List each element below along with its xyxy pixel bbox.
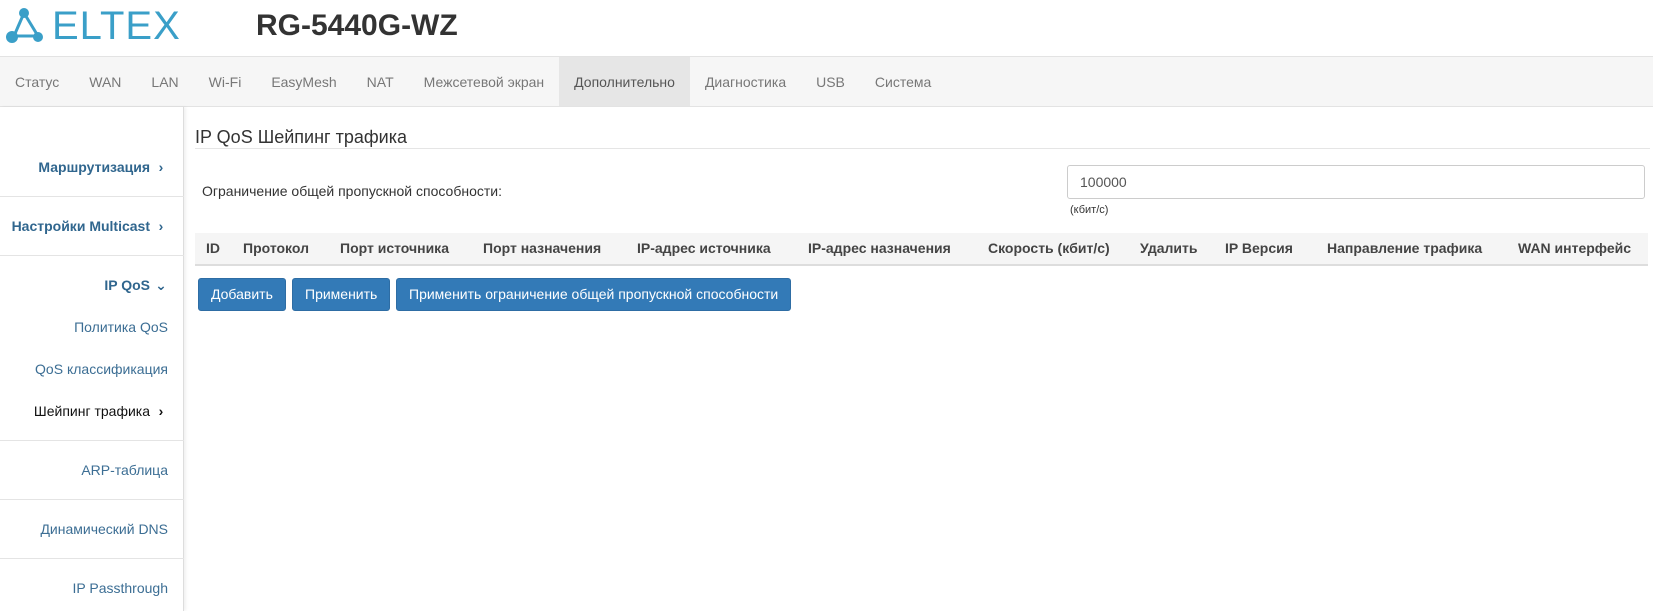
column-header-source-ip: IP-адрес источника: [637, 240, 771, 256]
sidebar-item-label: IP QoS: [104, 277, 150, 293]
sidebar-item-arp-table[interactable]: ARP-таблица: [0, 462, 184, 478]
title-divider: [195, 148, 1650, 149]
tab-firewall[interactable]: Межсетевой экран: [409, 57, 560, 106]
chevron-down-icon: ⌄: [155, 277, 167, 293]
sidebar-item-dynamic-dns[interactable]: Динамический DNS: [0, 521, 184, 537]
tab-diagnostics[interactable]: Диагностика: [690, 57, 801, 106]
sidebar-divider: [0, 499, 184, 500]
tab-easymesh[interactable]: EasyMesh: [256, 57, 351, 106]
column-header-source-port: Порт источника: [340, 240, 449, 256]
tab-nat[interactable]: NAT: [352, 57, 409, 106]
sidebar-item-label: Динамический DNS: [40, 521, 168, 537]
column-header-speed: Скорость (кбит/с): [988, 240, 1110, 256]
tab-wifi[interactable]: Wi-Fi: [194, 57, 257, 106]
header: ELTEX RG-5440G-WZ: [0, 0, 1653, 56]
chevron-right-icon: ›: [158, 403, 164, 419]
tab-lan[interactable]: LAN: [136, 57, 193, 106]
column-header-protocol: Протокол: [243, 240, 309, 256]
sidebar-item-ipqos[interactable]: IP QoS ⌄: [0, 277, 184, 294]
sidebar: Маршрутизация › Настройки Multicast › IP Q…: [0, 107, 184, 611]
page-title: IP QoS Шейпинг трафика: [195, 127, 407, 147]
sidebar-divider: [0, 440, 184, 441]
top-navigation: Статус WAN LAN Wi-Fi EasyMesh NAT Межсет…: [0, 56, 1653, 107]
apply-bandwidth-limit-button[interactable]: Применить ограничение общей пропускной с…: [396, 278, 792, 311]
sidebar-item-qos-policy[interactable]: Политика QoS: [0, 319, 184, 335]
bandwidth-limit-label: Ограничение общей пропускной способности…: [202, 183, 502, 199]
sidebar-item-traffic-shaping[interactable]: Шейпинг трафика ›: [0, 403, 184, 419]
chevron-right-icon: ›: [158, 218, 164, 234]
column-header-delete: Удалить: [1140, 240, 1198, 256]
sidebar-item-label: Политика QoS: [74, 319, 168, 335]
column-header-wan-interface: WAN интерфейс: [1518, 240, 1632, 256]
tab-advanced[interactable]: Дополнительно: [559, 57, 690, 106]
device-model: RG-5440G-WZ: [256, 9, 458, 42]
tab-usb[interactable]: USB: [801, 57, 860, 106]
sidebar-item-label: ARP-таблица: [81, 462, 168, 478]
eltex-logo[interactable]: ELTEX: [4, 6, 194, 46]
column-header-destination-port: Порт назначения: [483, 240, 602, 256]
tab-wan[interactable]: WAN: [74, 57, 136, 106]
column-header-traffic-direction: Направление трафика: [1327, 240, 1483, 256]
logo-text: ELTEX: [52, 4, 181, 48]
sidebar-item-routing[interactable]: Маршрутизация ›: [0, 159, 184, 175]
sidebar-divider: [0, 558, 184, 559]
add-button[interactable]: Добавить: [198, 278, 286, 311]
eltex-logo-icon: [6, 8, 43, 43]
tab-status[interactable]: Статус: [0, 57, 74, 106]
bandwidth-unit-label: (кбит/с): [1070, 204, 1109, 216]
sidebar-item-qos-classification[interactable]: QoS классификация: [0, 361, 184, 377]
column-header-id: ID: [206, 240, 220, 256]
sidebar-item-label: Маршрутизация: [38, 159, 150, 175]
sidebar-item-label: Настройки Multicast: [11, 218, 150, 234]
sidebar-divider: [0, 196, 184, 197]
sidebar-item-label: QoS классификация: [35, 361, 168, 377]
column-header-ip-version: IP Версия: [1225, 240, 1293, 256]
sidebar-divider: [0, 255, 184, 256]
shaping-table-header: ID Протокол Порт источника Порт назначен…: [195, 233, 1648, 266]
sidebar-item-multicast[interactable]: Настройки Multicast ›: [0, 218, 184, 234]
sidebar-item-ip-passthrough[interactable]: IP Passthrough: [0, 580, 184, 596]
bandwidth-limit-input[interactable]: [1067, 165, 1645, 199]
column-header-destination-ip: IP-адрес назначения: [808, 240, 951, 256]
apply-button[interactable]: Применить: [292, 278, 391, 311]
sidebar-item-label: IP Passthrough: [72, 580, 168, 596]
tab-system[interactable]: Система: [860, 57, 946, 106]
sidebar-item-label: Шейпинг трафика: [33, 403, 150, 419]
chevron-right-icon: ›: [158, 159, 164, 175]
